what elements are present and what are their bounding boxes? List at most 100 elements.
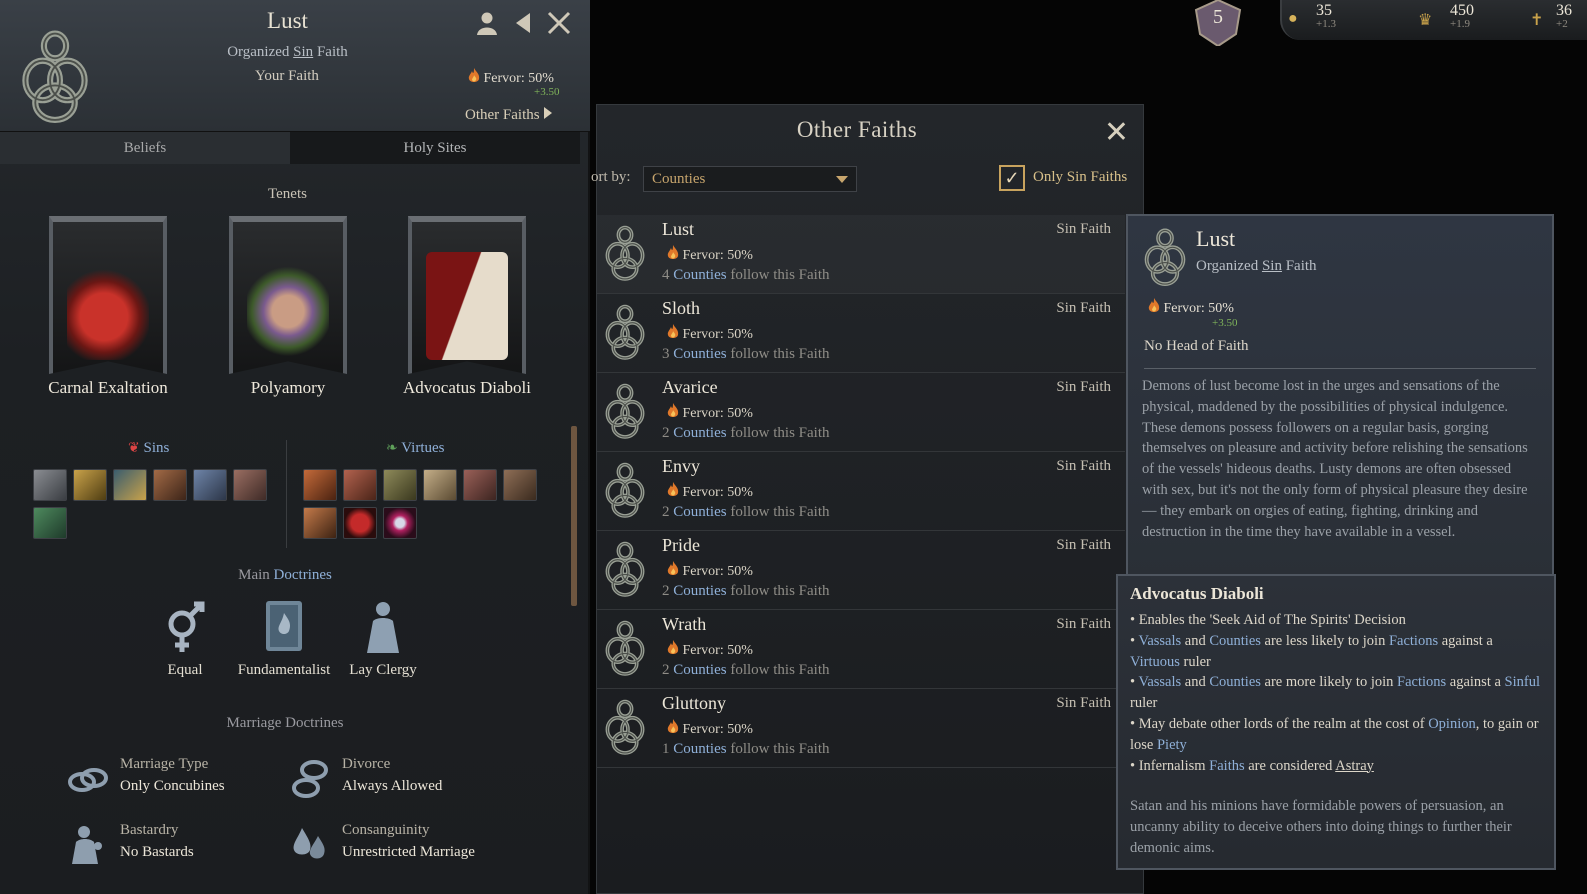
tooltip-subtitle-prefix: Organized — [1196, 258, 1262, 274]
sin-link[interactable]: Sin — [293, 44, 313, 60]
tenet-advocatus-diaboli[interactable]: Advocatus Diaboli — [403, 216, 531, 397]
divider — [1144, 368, 1536, 369]
sin-link[interactable]: Sin — [1262, 258, 1282, 274]
counties-link[interactable]: Counties — [673, 662, 726, 678]
sinful-link[interactable]: Sinful — [1505, 674, 1540, 690]
vassals-link[interactable]: Vassals — [1138, 674, 1181, 690]
faith-row[interactable]: Gluttony Sin Faith Fervor: 50% 1 Counties … — [597, 689, 1125, 768]
faith-row-type: Sin Faith — [1056, 221, 1111, 237]
doctrine-marriage-type[interactable]: Marriage Type Only Concubines — [60, 750, 280, 814]
tenet-polyamory[interactable]: Polyamory — [229, 216, 347, 397]
doctrine-divorce[interactable]: Divorce Always Allowed — [282, 750, 502, 814]
demon-face-icon: ❦ — [128, 441, 140, 456]
piety-link[interactable]: Piety — [1157, 737, 1187, 753]
sin-trait-icon[interactable] — [153, 469, 187, 501]
faith-row[interactable]: Avarice Sin Faith Fervor: 50% 2 Counties f… — [597, 373, 1125, 452]
doctrine-bastardry[interactable]: Bastardry No Bastards — [60, 816, 280, 880]
only-sin-faiths-checkbox[interactable]: ✓ — [999, 165, 1025, 191]
faith-row[interactable]: Envy Sin Faith Fervor: 50% 2 Counties foll… — [597, 452, 1125, 531]
faith-row-counties: 3 Counties follow this Faith — [662, 346, 830, 363]
virtue-trait-icon[interactable] — [303, 507, 337, 539]
virtuous-link[interactable]: Virtuous — [1130, 654, 1180, 670]
gold-resource[interactable]: ● 35 +1.3 — [1288, 2, 1336, 30]
tenet-name: Carnal Exaltation — [48, 378, 168, 397]
text: are considered — [1244, 757, 1336, 774]
virtue-trait-icon[interactable] — [383, 507, 417, 539]
factions-link[interactable]: Factions — [1397, 674, 1446, 690]
county-count: 4 — [662, 267, 670, 283]
sort-value: Counties — [652, 171, 706, 187]
sin-trait-icon[interactable] — [113, 469, 147, 501]
tab-holy-sites[interactable]: Holy Sites — [290, 132, 580, 164]
chevron-right-icon — [544, 107, 553, 119]
sort-dropdown[interactable]: Counties — [643, 166, 857, 192]
faiths-link[interactable]: Faiths — [1209, 758, 1244, 774]
scrollbar[interactable] — [571, 426, 577, 606]
gold-value: 35 — [1316, 2, 1332, 19]
faith-row[interactable]: Wrath Sin Faith Fervor: 50% 2 Counties fol… — [597, 610, 1125, 689]
virtue-trait-icon[interactable] — [343, 507, 377, 539]
doctrine-name: Lay Clergy — [349, 662, 417, 678]
fervor-value: Fervor: 50% — [682, 722, 753, 737]
sin-trait-icon[interactable] — [193, 469, 227, 501]
piety-resource[interactable]: ✝ 36 +2 — [1530, 2, 1572, 30]
faith-panel: Lust Organized Sin Faith Your Faith Ferv… — [0, 0, 590, 894]
virtue-trait-icon[interactable] — [303, 469, 337, 501]
opinion-link[interactable]: Opinion — [1428, 716, 1476, 732]
faith-row-type: Sin Faith — [1056, 379, 1111, 395]
prestige-value: 450 — [1450, 2, 1474, 19]
fervor-change: +3.50 — [534, 86, 560, 98]
tab-beliefs[interactable]: Beliefs — [0, 132, 290, 164]
back-arrow-icon[interactable] — [510, 10, 536, 36]
sin-trait-icon[interactable] — [33, 507, 67, 539]
faith-row[interactable]: Sloth Sin Faith Fervor: 50% 3 Counties fol… — [597, 294, 1125, 373]
virtue-trait-icon[interactable] — [343, 469, 377, 501]
counties-link[interactable]: Counties — [673, 741, 726, 757]
piety-value: 36 — [1556, 2, 1572, 19]
faith-row-type: Sin Faith — [1056, 458, 1111, 474]
counties-link[interactable]: Counties — [673, 346, 726, 362]
vassals-link[interactable]: Vassals — [1138, 633, 1181, 649]
knot-emblem-icon — [603, 381, 647, 443]
doctrines-link[interactable]: Doctrines — [274, 567, 332, 583]
character-icon[interactable] — [474, 10, 500, 36]
counties-link[interactable]: Counties — [673, 504, 726, 520]
virtue-trait-icon[interactable] — [503, 469, 537, 501]
tenet-tooltip-title: Advocatus Diaboli — [1130, 584, 1264, 603]
county-count: 2 — [662, 425, 670, 441]
tenet-effects: • Enables the 'Seek Aid of The Spirits' … — [1130, 610, 1546, 776]
counties-link[interactable]: Counties — [673, 425, 726, 441]
counties-suffix: follow this Faith — [726, 504, 830, 520]
text: are more likely to join — [1260, 674, 1398, 691]
faith-row-fervor: Fervor: 50% — [667, 719, 753, 738]
counties-link[interactable]: Counties — [673, 267, 726, 283]
factions-link[interactable]: Factions — [1389, 633, 1438, 649]
doctrine-fundamentalist[interactable]: Fundamentalist — [229, 598, 339, 679]
doctrine-value: Unrestricted Marriage — [342, 844, 475, 860]
sin-trait-icon[interactable] — [233, 469, 267, 501]
faith-row[interactable]: Pride Sin Faith Fervor: 50% 2 Counties fol… — [597, 531, 1125, 610]
tenet-carnal-exaltation[interactable]: Carnal Exaltation — [48, 216, 168, 397]
other-faiths-button[interactable]: Other Faiths — [465, 106, 553, 124]
tooltip-fervor-value: Fervor: 50% — [1163, 301, 1234, 316]
virtue-trait-icon[interactable] — [463, 469, 497, 501]
astray-link[interactable]: Astray — [1335, 758, 1374, 774]
close-icon[interactable]: ✕ — [1104, 115, 1129, 150]
faith-row[interactable]: Lust Sin Faith Fervor: 50% 4 Counties foll… — [597, 215, 1125, 294]
virtue-trait-icon[interactable] — [423, 469, 457, 501]
faith-row-fervor: Fervor: 50% — [667, 245, 753, 264]
dynasty-badge[interactable]: 5 — [1190, 0, 1246, 48]
counties-link[interactable]: Counties — [1209, 674, 1261, 690]
sin-trait-icon[interactable] — [73, 469, 107, 501]
counties-link[interactable]: Counties — [673, 583, 726, 599]
effect-item: • Infernalism Faiths are considered Astr… — [1130, 756, 1546, 777]
doctrine-consanguinity[interactable]: Consanguinity Unrestricted Marriage — [282, 816, 502, 880]
sin-trait-icon[interactable] — [33, 469, 67, 501]
close-icon[interactable] — [546, 10, 572, 36]
doctrine-equal[interactable]: Equal — [130, 598, 240, 679]
virtue-trait-icon[interactable] — [383, 469, 417, 501]
prestige-resource[interactable]: ♛ 450 +1.9 — [1418, 2, 1474, 30]
knot-emblem-icon — [18, 28, 92, 128]
counties-link[interactable]: Counties — [1209, 633, 1261, 649]
doctrine-lay-clergy[interactable]: Lay Clergy — [328, 598, 438, 679]
